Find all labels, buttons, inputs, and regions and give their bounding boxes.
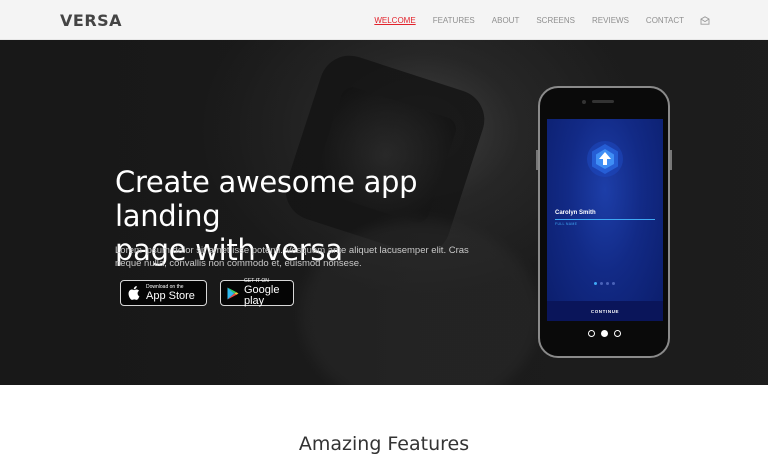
hero-section: Create awesome app landing page with ver… <box>0 40 768 385</box>
screenshot-carousel-dots <box>588 330 627 337</box>
carousel-dot-1[interactable] <box>588 330 595 337</box>
app-field-label: FULL NAME <box>555 222 578 226</box>
carousel-dot-2[interactable] <box>601 330 608 337</box>
features-section-title: Amazing Features <box>298 433 470 455</box>
google-play-button[interactable]: GET IT ON Google play <box>220 279 294 307</box>
onboarding-dot <box>612 282 615 285</box>
app-input-underline <box>555 219 655 220</box>
app-store-small-label: Download on the <box>146 283 184 290</box>
nav-item-reviews[interactable]: REVIEWS <box>592 16 629 25</box>
phone-camera <box>582 100 586 104</box>
onboarding-dot <box>594 282 597 285</box>
app-store-button[interactable]: Download on the App Store <box>120 280 207 306</box>
app-store-big-label: App Store <box>146 289 195 302</box>
play-icon <box>227 285 239 301</box>
phone-mockup: Carolyn Smith FULL NAME CONTINUE <box>536 86 672 358</box>
phone-screen: Carolyn Smith FULL NAME CONTINUE <box>547 119 663 321</box>
carousel-dot-3[interactable] <box>614 330 621 337</box>
hero-description: Lorem ipsum dolor sit amet isse potenti.… <box>115 245 469 269</box>
app-user-name: Carolyn Smith <box>555 210 596 216</box>
nav-item-contact[interactable]: CONTACT <box>646 16 684 25</box>
nav-item-features[interactable]: FEATURES <box>433 16 475 25</box>
onboarding-dot <box>606 282 609 285</box>
onboarding-dots <box>594 282 618 285</box>
nav-item-welcome[interactable]: WELCOME <box>374 16 415 25</box>
app-logo-icon <box>586 140 624 178</box>
phone-side-button <box>536 150 538 170</box>
phone-side-button <box>670 150 672 170</box>
brand-logo[interactable]: VERSA <box>60 11 122 30</box>
apple-icon <box>127 285 141 301</box>
app-continue-button[interactable]: CONTINUE <box>547 301 663 321</box>
navbar: VERSA WELCOME FEATURES ABOUT SCREENS REV… <box>0 0 768 40</box>
phone-speaker <box>592 100 614 103</box>
google-play-big-label: Google play <box>244 284 280 307</box>
nav-item-about[interactable]: ABOUT <box>492 16 520 25</box>
nav-item-screens[interactable]: SCREENS <box>536 16 575 25</box>
nav-menu: WELCOME FEATURES ABOUT SCREENS REVIEWS C… <box>357 0 710 40</box>
onboarding-dot <box>600 282 603 285</box>
hero-title-line1: Create awesome app landing <box>115 165 418 233</box>
envelope-icon[interactable] <box>700 15 710 25</box>
